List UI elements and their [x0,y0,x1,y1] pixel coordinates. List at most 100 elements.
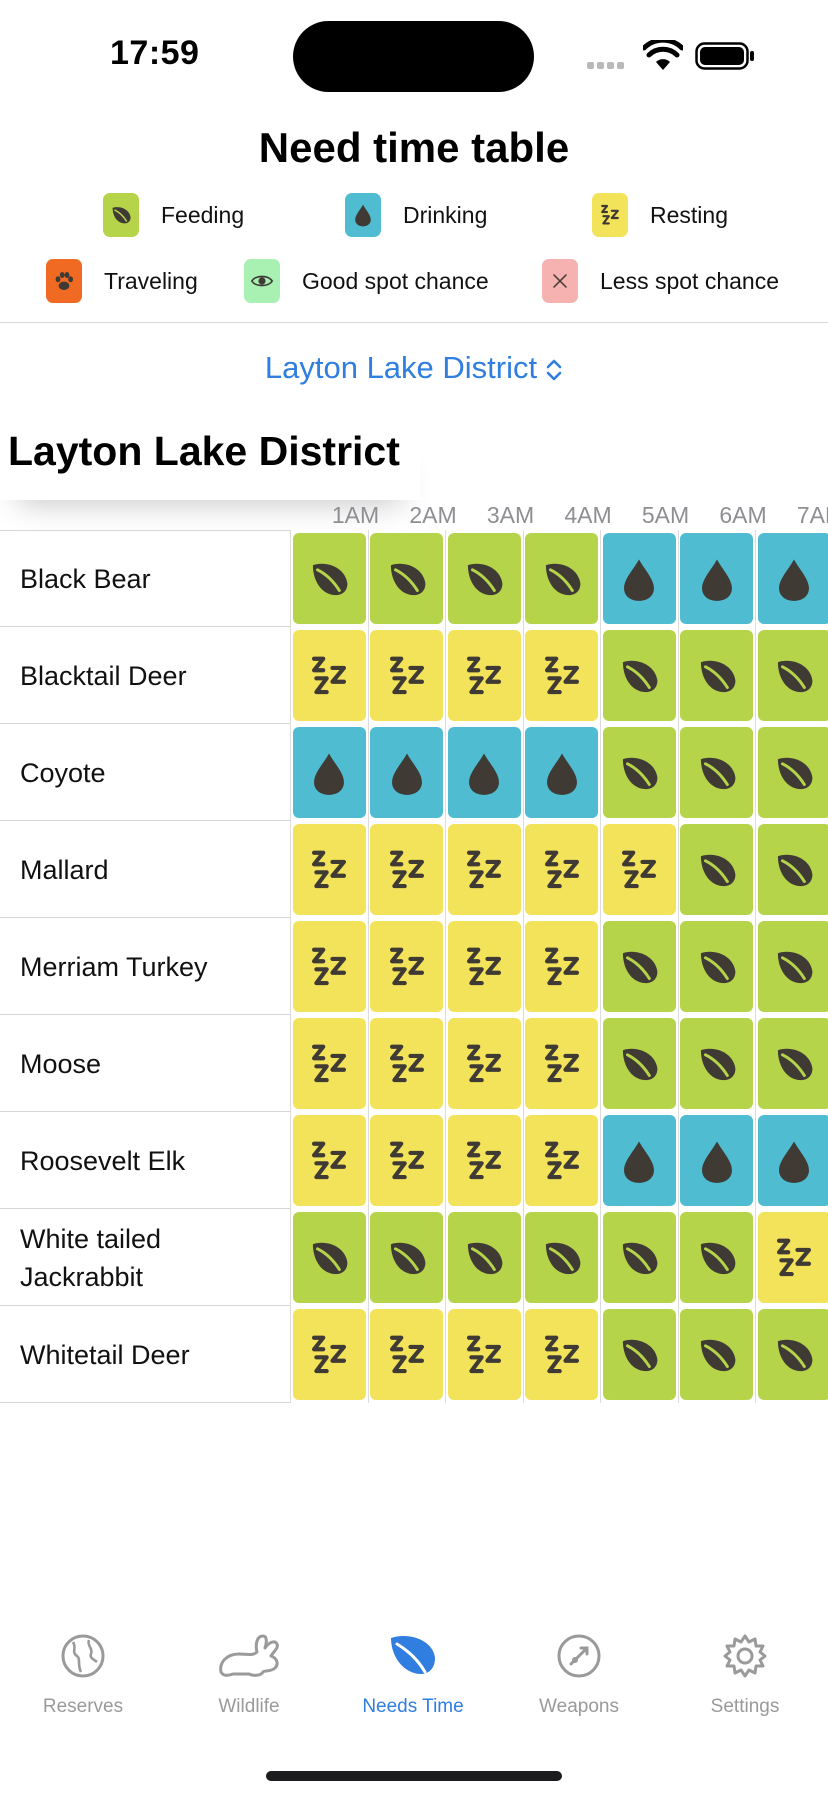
need-cell-rest[interactable] [525,1018,598,1109]
zzz-icon [306,1332,352,1378]
need-cell-feed[interactable] [680,824,753,915]
need-cell-rest[interactable] [525,921,598,1012]
target-icon [496,1620,662,1680]
need-cell-feed[interactable] [680,1018,753,1109]
need-cell-feed[interactable] [292,533,366,624]
zzz-icon [306,653,352,699]
need-cell-feed[interactable] [370,1212,443,1303]
need-cell-rest[interactable] [447,1309,521,1400]
need-cell-feed[interactable] [757,824,828,915]
leaf-icon [694,944,740,990]
status-bar: 17:59 [0,0,828,100]
legend-item-less-spot-chance: Less spot chance [542,259,779,303]
need-cell-rest[interactable] [370,824,443,915]
need-cell-drink[interactable] [680,1115,753,1206]
leaf-icon [616,1332,662,1378]
need-cell-rest[interactable] [525,1309,598,1400]
chevron-up-down-icon [546,359,562,381]
need-cell-rest[interactable] [370,1018,443,1109]
need-cell-feed[interactable] [447,1212,521,1303]
need-cell-feed[interactable] [370,533,443,624]
need-cell-rest[interactable] [292,1309,366,1400]
need-cell-rest[interactable] [447,1018,521,1109]
need-cell-rest[interactable] [292,1115,366,1206]
need-cell-rest[interactable] [525,630,598,721]
need-cell-feed[interactable] [757,727,828,818]
need-cell-rest[interactable] [447,1115,521,1206]
need-cell-feed[interactable] [757,630,828,721]
rabbit-icon [166,1620,332,1680]
need-cell-drink[interactable] [757,533,828,624]
need-cell-drink[interactable] [292,727,366,818]
need-cell-feed[interactable] [602,1309,676,1400]
leaf-icon [306,556,352,602]
need-cell-rest[interactable] [292,824,366,915]
need-cell-drink[interactable] [680,533,753,624]
table-row: Roosevelt Elk [0,1112,828,1209]
reserve-picker[interactable]: Layton Lake District [0,350,828,386]
tab-needs-time[interactable]: Needs Time [330,1620,496,1718]
need-cell-drink[interactable] [602,1115,676,1206]
need-cell-feed[interactable] [757,921,828,1012]
need-cell-drink[interactable] [447,727,521,818]
table-row: Whitetail Deer [0,1306,828,1403]
need-cell-feed[interactable] [757,1018,828,1109]
need-cell-feed[interactable] [757,1309,828,1400]
leaf-icon [694,1332,740,1378]
zzz-icon [616,847,662,893]
need-cell-feed[interactable] [602,630,676,721]
need-cell-rest[interactable] [370,630,443,721]
leaf-icon [103,193,139,237]
need-cell-drink[interactable] [602,533,676,624]
zzz-icon [461,1138,507,1184]
need-cell-feed[interactable] [602,727,676,818]
need-cell-drink[interactable] [757,1115,828,1206]
district-heading: Layton Lake District [8,428,400,474]
need-cell-rest[interactable] [370,1115,443,1206]
need-cell-feed[interactable] [680,727,753,818]
leaf-icon [771,847,817,893]
need-cell-rest[interactable] [292,1018,366,1109]
need-cell-rest[interactable] [525,1115,598,1206]
tab-wildlife[interactable]: Wildlife [166,1620,332,1718]
need-cell-feed[interactable] [680,1212,753,1303]
need-cell-feed[interactable] [525,1212,598,1303]
need-time-grid[interactable]: Black Bear Blacktail Deer Coyote Mallard Mer… [0,530,828,1403]
legend-item-good-spot-chance: Good spot chance [244,259,489,303]
drop-icon [616,556,662,602]
need-cell-feed[interactable] [602,921,676,1012]
need-cell-rest[interactable] [447,824,521,915]
tab-label: Settings [710,1696,780,1717]
zzz-icon [539,653,585,699]
tab-bar: Reserves Wildlife Needs Time Weapons Setting… [0,1620,828,1740]
table-row: Merriam Turkey [0,918,828,1015]
need-cell-feed[interactable] [680,1309,753,1400]
need-cell-feed[interactable] [292,1212,366,1303]
leaf-icon [771,750,817,796]
zzz-icon [461,653,507,699]
need-cell-feed[interactable] [680,630,753,721]
tab-settings[interactable]: Settings [662,1620,828,1718]
need-cell-feed[interactable] [602,1018,676,1109]
animal-name: Moose [20,1048,102,1079]
need-cell-rest[interactable] [525,824,598,915]
tab-reserves[interactable]: Reserves [0,1620,166,1718]
need-cell-rest[interactable] [370,921,443,1012]
need-cell-rest[interactable] [447,630,521,721]
need-cell-feed[interactable] [602,1212,676,1303]
need-cell-rest[interactable] [602,824,676,915]
need-cell-drink[interactable] [525,727,598,818]
need-cell-feed[interactable] [680,921,753,1012]
need-cell-rest[interactable] [447,921,521,1012]
table-row: Moose [0,1015,828,1112]
need-cell-drink[interactable] [370,727,443,818]
need-cell-rest[interactable] [370,1309,443,1400]
need-cell-rest[interactable] [292,630,366,721]
need-cell-feed[interactable] [447,533,521,624]
need-cell-rest[interactable] [757,1212,828,1303]
tab-weapons[interactable]: Weapons [496,1620,662,1718]
need-cell-feed[interactable] [525,533,598,624]
hour-header: 1AM 2AM 3AM 4AM 5AM 6AM 7AM [290,500,828,530]
leaf-icon [539,1235,585,1281]
need-cell-rest[interactable] [292,921,366,1012]
